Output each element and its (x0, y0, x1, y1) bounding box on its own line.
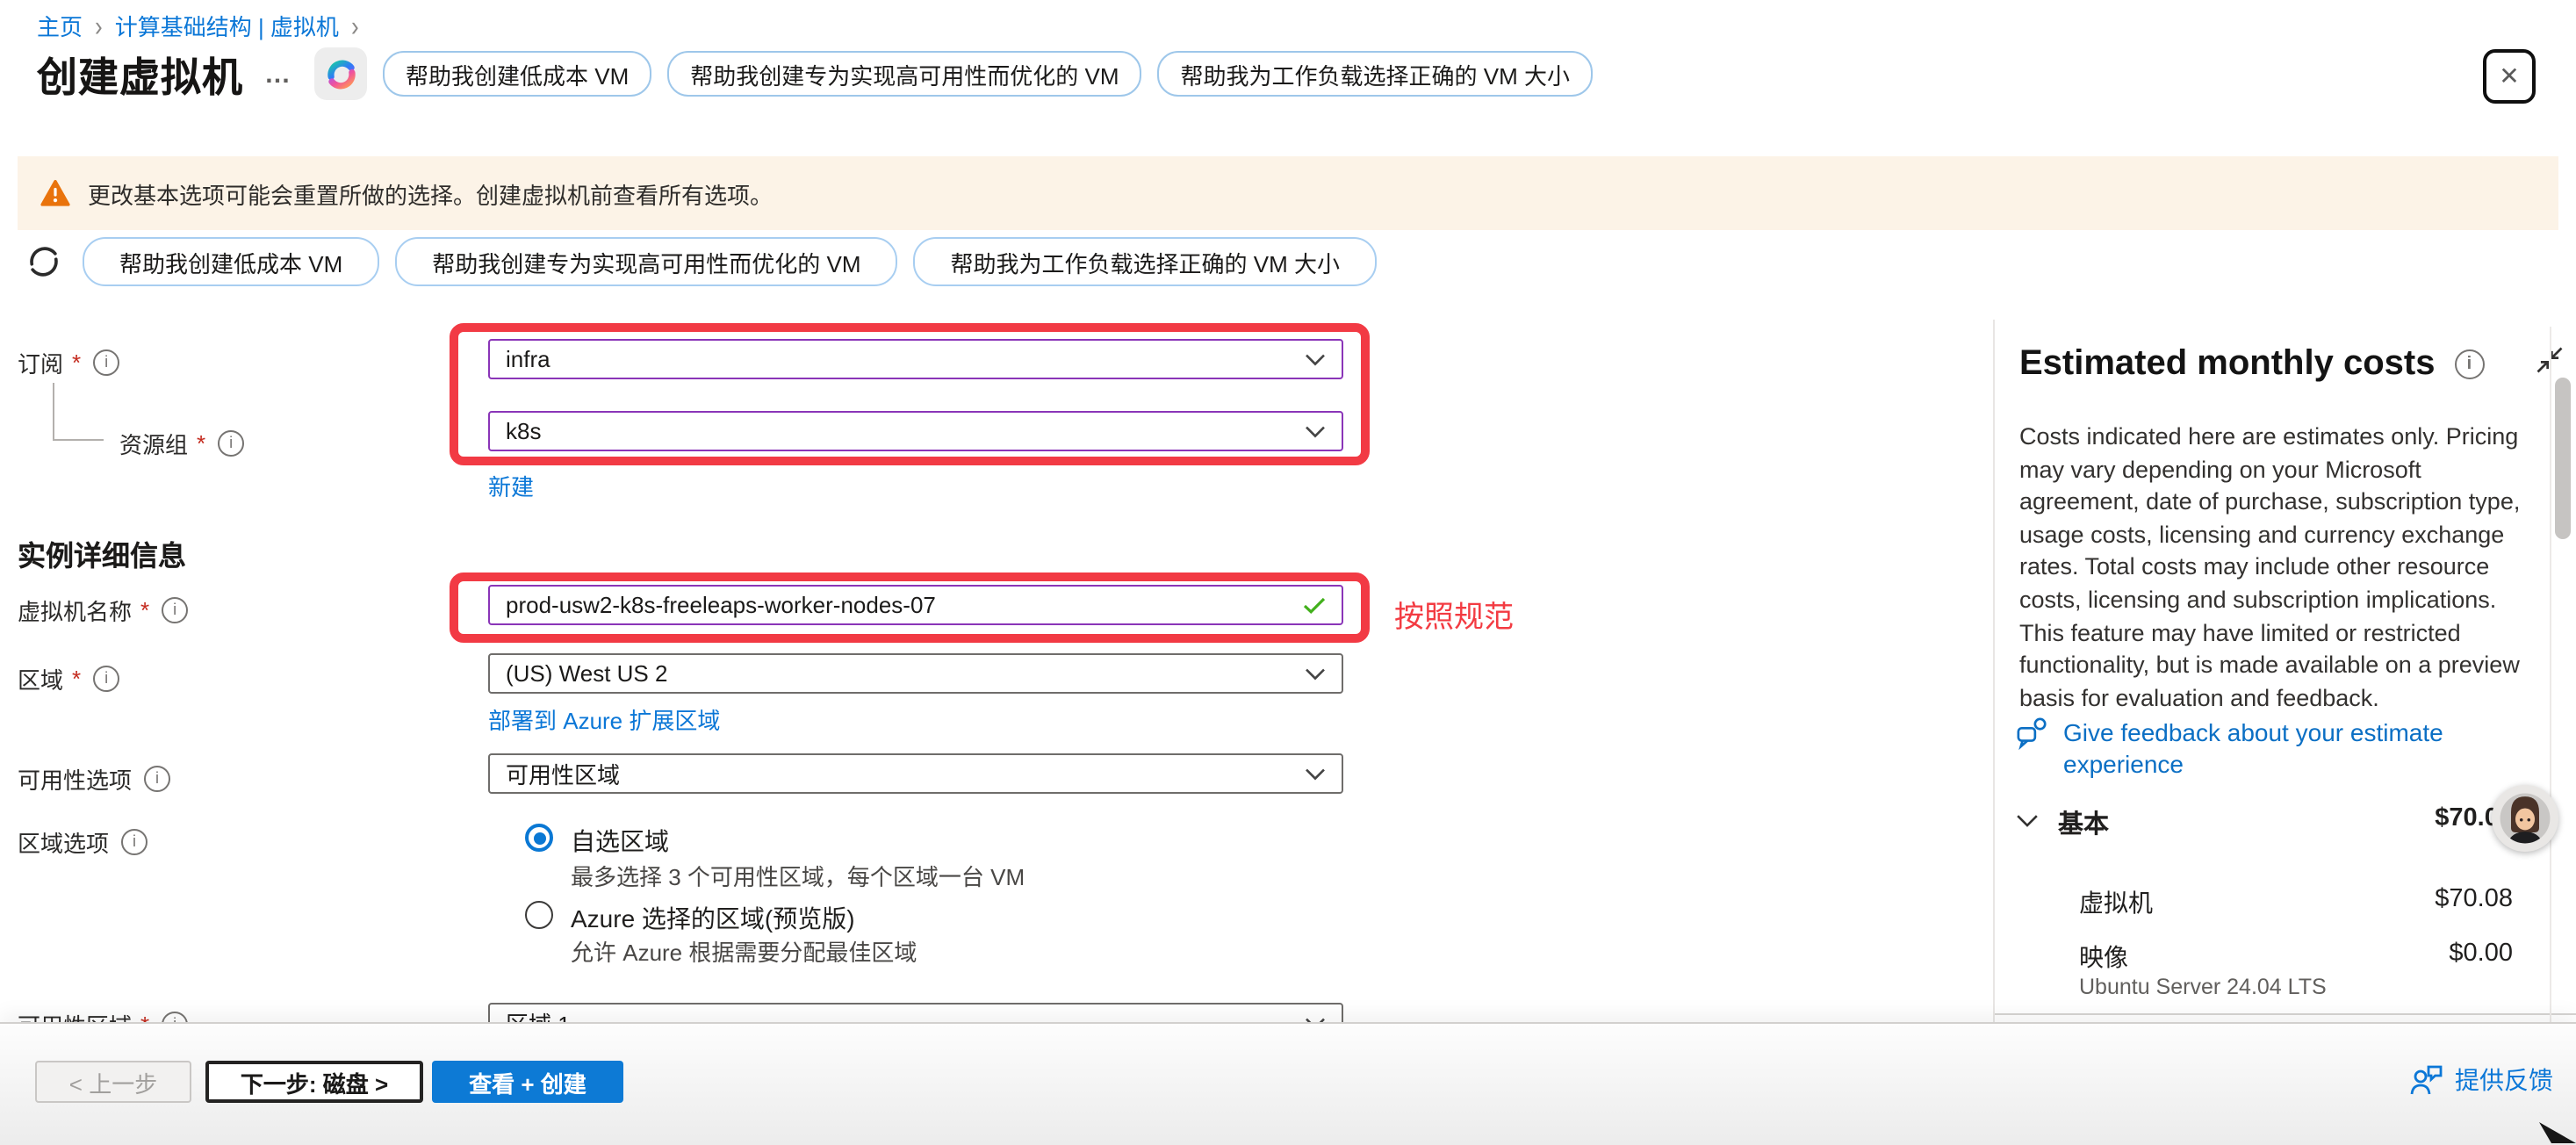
warning-icon (40, 179, 70, 207)
info-icon[interactable] (144, 766, 170, 792)
copilot-outline-icon (25, 242, 63, 281)
chevron-down-icon (1305, 767, 1326, 781)
zone-options-label: 区域选项 (18, 825, 148, 859)
info-icon[interactable] (121, 829, 148, 855)
warning-text: 更改基本选项可能会重置所做的选择。创建虚拟机前查看所有选项。 (88, 176, 773, 210)
tree-connector-horizontal (53, 439, 104, 441)
scrollbar-track (2550, 327, 2551, 1099)
valid-check-icon (1303, 596, 1326, 614)
cost-row-image-amount: $0.00 (2449, 940, 2513, 968)
costs-panel-title-row: Estimated monthly costs (2019, 344, 2484, 385)
radio-self-selected-zone-desc: 最多选择 3 个可用性区域，每个区域一台 VM (571, 859, 1025, 892)
chip-high-availability-vm[interactable]: 帮助我创建专为实现高可用性而优化的 VM (395, 237, 897, 286)
tree-connector-vertical (53, 383, 54, 441)
estimated-costs-panel: Estimated monthly costs Costs indicated … (1993, 320, 2576, 1108)
vm-name-label: 虚拟机名称 * (18, 594, 188, 627)
person-feedback-icon (2409, 1064, 2444, 1096)
chip-right-vm-size[interactable]: 帮助我为工作负载选择正确的 VM 大小 (1158, 51, 1593, 97)
chip-high-availability-vm[interactable]: 帮助我创建专为实现高可用性而优化的 VM (667, 51, 1141, 97)
radio-self-selected-zone[interactable] (525, 824, 553, 852)
radio-azure-selected-zone[interactable] (525, 901, 553, 929)
breadcrumb: 主页 › 计算基础结构 | 虚拟机 › (37, 9, 359, 42)
radio-azure-selected-zone-label[interactable]: Azure 选择的区域(预览版) (571, 901, 855, 936)
instance-details-heading: 实例详细信息 (18, 532, 186, 574)
info-icon[interactable] (218, 430, 244, 457)
warning-banner: 更改基本选项可能会重置所做的选择。创建虚拟机前查看所有选项。 (18, 156, 2558, 230)
cost-row-vm: 虚拟机 (2079, 885, 2153, 920)
close-icon: ✕ (2499, 61, 2519, 91)
review-create-button[interactable]: 查看 + 创建 (432, 1061, 623, 1103)
subscription-label: 订阅 * (18, 346, 119, 379)
next-step-disks-button[interactable]: 下一步: 磁盘 > (205, 1061, 423, 1103)
mouse-cursor (2534, 1113, 2576, 1143)
wizard-footer: < 上一步 下一步: 磁盘 > 查看 + 创建 提供反馈 (0, 1022, 2576, 1145)
required-mark: * (140, 597, 149, 623)
region-select[interactable]: (US) West US 2 (488, 653, 1343, 694)
info-icon[interactable] (162, 597, 188, 623)
more-menu-icon[interactable]: … (264, 59, 293, 89)
breadcrumb-home[interactable]: 主页 (37, 9, 83, 42)
chip-low-cost-vm[interactable]: 帮助我创建低成本 VM (383, 51, 651, 97)
availability-options-select[interactable]: 可用性区域 (488, 753, 1343, 794)
close-button[interactable]: ✕ (2483, 49, 2536, 104)
info-icon[interactable] (2454, 349, 2484, 379)
required-mark: * (197, 430, 205, 457)
cost-group-basic[interactable]: 基本 (2058, 804, 2109, 841)
annotation-note: 按照规范 (1394, 592, 1514, 636)
create-new-resource-group-link[interactable]: 新建 (488, 469, 534, 502)
feedback-bubbles-icon (2016, 717, 2049, 750)
required-mark: * (72, 666, 81, 692)
chip-right-vm-size[interactable]: 帮助我为工作负载选择正确的 VM 大小 (914, 237, 1377, 286)
radio-azure-selected-zone-desc: 允许 Azure 根据需要分配最佳区域 (571, 934, 917, 968)
deploy-extended-zone-link[interactable]: 部署到 Azure 扩展区域 (488, 702, 720, 736)
copilot-icon[interactable] (314, 47, 367, 100)
chip-low-cost-vm[interactable]: 帮助我创建低成本 VM (83, 237, 379, 286)
info-icon[interactable] (93, 666, 119, 692)
title-row: 创建虚拟机 … 帮助我创建低成本 VM 帮助我创建专为实现高可用性而优化的 VM… (37, 46, 1593, 102)
chevron-down-icon (1305, 666, 1326, 681)
chevron-right-icon: › (351, 9, 359, 42)
divider (1995, 1013, 2576, 1015)
copilot-suggestions-row: 帮助我创建低成本 VM 帮助我创建专为实现高可用性而优化的 VM 帮助我为工作负… (25, 239, 1377, 284)
costs-disclaimer: Costs indicated here are estimates only.… (2019, 421, 2527, 716)
cost-row-image-note: Ubuntu Server 24.04 LTS (2079, 975, 2327, 999)
cost-row-image: 映像 (2079, 940, 2128, 975)
provide-feedback-link[interactable]: 提供反馈 (2409, 1062, 2553, 1098)
scrollbar-thumb[interactable] (2555, 378, 2571, 539)
region-label: 区域 * (18, 662, 119, 695)
breadcrumb-virtual-machines[interactable]: 计算基础结构 | 虚拟机 (115, 9, 339, 42)
vm-name-input[interactable]: prod-usw2-k8s-freeleaps-worker-nodes-07 (488, 585, 1343, 625)
resource-group-label: 资源组 * (119, 427, 244, 460)
required-mark: * (72, 349, 81, 376)
cost-row-vm-amount: $70.08 (2435, 885, 2513, 913)
chevron-down-icon[interactable] (2016, 813, 2039, 829)
avatar[interactable] (2492, 785, 2558, 852)
create-vm-page: 主页 › 计算基础结构 | 虚拟机 › 创建虚拟机 … 帮助我创建低成本 (0, 0, 2576, 1143)
page-title: 创建虚拟机 (37, 44, 243, 104)
radio-self-selected-zone-label[interactable]: 自选区域 (571, 824, 669, 859)
info-icon[interactable] (93, 349, 119, 376)
availability-options-label: 可用性选项 (18, 762, 170, 796)
subscription-select[interactable]: infra (488, 339, 1343, 379)
chevron-right-icon: › (95, 9, 103, 42)
chevron-down-icon (1305, 424, 1326, 438)
estimate-feedback-link[interactable]: Give feedback about your estimate experi… (2016, 717, 2502, 780)
previous-step-button[interactable]: < 上一步 (35, 1061, 191, 1103)
chevron-down-icon (1305, 352, 1326, 366)
resource-group-select[interactable]: k8s (488, 411, 1343, 451)
costs-panel-title: Estimated monthly costs (2019, 344, 2435, 385)
